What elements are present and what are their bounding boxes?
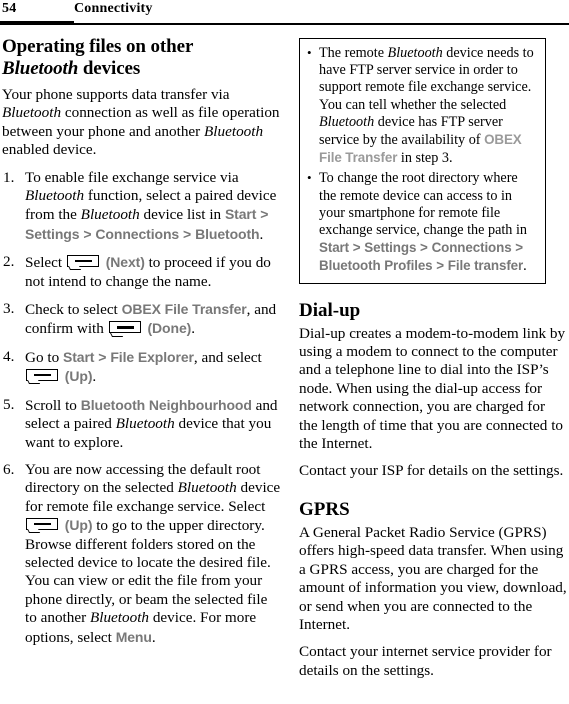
ui-term-settings: Settings: [25, 225, 80, 242]
intro-text-a: Your phone supports data transfer via: [2, 86, 230, 103]
ui-separator: >: [416, 240, 432, 256]
ui-term-start: Start: [319, 240, 350, 256]
ui-separator: >: [256, 206, 269, 223]
step2-text-1: Select: [25, 254, 66, 272]
ui-separator: >: [179, 225, 196, 242]
step4-text-1: Go to: [25, 348, 63, 366]
ui-term-menu: Menu: [115, 628, 152, 645]
ui-separator: >: [79, 225, 96, 242]
ui-term-bluetooth: Bluetooth: [195, 225, 260, 242]
ui-separator: >: [511, 240, 524, 256]
step-item-1: To enable file exchange service via Blue…: [2, 169, 282, 245]
step-item-2: Select (Next) to proceed if you do not i…: [2, 253, 282, 291]
step3-text-3: .: [191, 320, 195, 338]
note1-italic-1: Bluetooth: [387, 45, 443, 61]
softkey-icon: [108, 321, 143, 337]
ui-term-file-transfer: File transfer: [447, 258, 524, 274]
note1-italic-2: Bluetooth: [319, 113, 375, 130]
ui-term-connections: Connections: [431, 240, 512, 256]
section-heading: Operating files on other Bluetooth devic…: [2, 36, 282, 80]
intro-italic-1: Bluetooth: [2, 104, 62, 122]
section-heading-line1: Operating files on other: [2, 36, 194, 57]
section-heading-italic: Bluetooth: [2, 58, 79, 79]
ui-term-start: Start: [224, 206, 257, 223]
step1-text-1: To enable file exchange service via: [25, 168, 239, 186]
intro-italic-2: Bluetooth: [204, 122, 264, 140]
ui-term-up: (Up): [64, 517, 93, 534]
step3-text-1: Check to select: [25, 301, 122, 319]
step1-italic-1: Bluetooth: [25, 187, 85, 205]
header-chapter-title: Connectivity: [74, 1, 153, 16]
ui-term-connections: Connections: [95, 225, 180, 242]
ui-separator: >: [349, 240, 365, 256]
gprs-paragraph-2: Contact your internet service provider f…: [299, 643, 552, 679]
ui-term-bluetooth-profiles: Bluetooth Profiles: [319, 258, 433, 274]
procedure-steps-list: To enable file exchange service via Blue…: [2, 169, 282, 647]
step5-italic-1: Bluetooth: [115, 415, 175, 433]
step-item-5: Scroll to Bluetooth Neighbourhood and se…: [2, 396, 282, 452]
softkey-icon: [26, 369, 60, 385]
note-bullet-list: The remote Bluetooth device needs to hav…: [306, 44, 537, 276]
ui-term-file-explorer: File Explorer: [110, 348, 194, 365]
page-number: 54: [2, 1, 17, 16]
note1-text-1: The remote: [319, 45, 388, 61]
ui-term-start: Start: [62, 348, 95, 365]
section-heading-line2-rest: devices: [78, 58, 141, 79]
step-item-3: Check to select OBEX File Transfer, and …: [2, 300, 282, 339]
ui-term-next: (Next): [105, 254, 145, 271]
left-column: Operating files on other Bluetooth devic…: [2, 36, 282, 647]
ui-term-settings: Settings: [364, 240, 417, 256]
header-rule-thick: [0, 21, 74, 25]
ui-term-obex-file-transfer: OBEX File Transfer: [121, 301, 247, 318]
ui-term-bluetooth-neighbourhood: Bluetooth Neighbourhood: [80, 396, 252, 413]
step4-text-2: , and select: [193, 348, 262, 366]
ui-term-up: (Up): [64, 368, 93, 385]
softkey-icon: [26, 518, 60, 534]
note-bullet-2: To change the root directory where the r…: [306, 169, 537, 275]
note2-text-1: To change the root directory where the r…: [319, 170, 527, 239]
step1-text-4: .: [259, 225, 264, 243]
intro-paragraph: Your phone supports data transfer via Bl…: [2, 86, 282, 160]
step4-text-3: .: [92, 368, 97, 386]
step6-italic-2: Bluetooth: [89, 609, 150, 627]
intro-text-c: enabled device.: [2, 141, 97, 159]
softkey-icon: [66, 255, 101, 271]
note1-text-4: in step 3.: [397, 150, 453, 167]
dial-up-paragraph-1: Dial-up creates a modem-to-modem link by…: [299, 324, 566, 453]
ui-separator: >: [94, 348, 111, 365]
note2-text-2: .: [523, 258, 527, 275]
heading-gprs: GPRS: [299, 498, 350, 520]
heading-dial-up: Dial-up: [299, 299, 361, 321]
step1-text-3: device list in: [139, 206, 225, 224]
dial-up-paragraph-2: Contact your ISP for details on the sett…: [299, 462, 564, 480]
step5-text-1: Scroll to: [25, 396, 81, 414]
header-rule-thin: [74, 23, 569, 25]
note-bullet-1: The remote Bluetooth device needs to hav…: [306, 44, 537, 167]
gprs-paragraph-1: A General Packet Radio Service (GPRS) of…: [299, 523, 567, 633]
step-item-4: Go to Start > File Explorer, and select …: [2, 348, 282, 387]
ui-separator: >: [432, 258, 448, 274]
step-item-6: You are now accessing the default root d…: [2, 461, 282, 647]
right-column: The remote Bluetooth device needs to hav…: [299, 36, 567, 680]
note-box: The remote Bluetooth device needs to hav…: [299, 38, 546, 284]
ui-term-done: (Done): [147, 320, 192, 337]
step6-text-5: .: [151, 628, 156, 646]
step1-italic-2: Bluetooth: [80, 206, 140, 224]
step6-italic-1: Bluetooth: [177, 479, 237, 497]
page-header: 54 Connectivity: [0, 0, 569, 30]
